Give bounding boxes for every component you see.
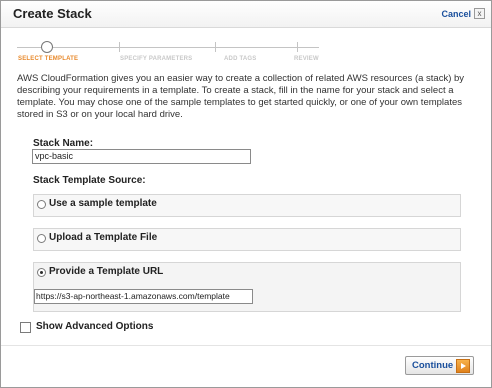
step-add-tags: ADD TAGS xyxy=(224,56,257,62)
step-line xyxy=(53,47,319,48)
template-url-input[interactable]: https://s3-ap-northeast-1.amazonaws.com/… xyxy=(34,289,253,304)
continue-label: Continue xyxy=(412,360,454,371)
template-url-label: Provide a Template URL xyxy=(49,266,164,277)
step-marker xyxy=(119,42,120,52)
step-specify-parameters: SPECIFY PARAMETERS xyxy=(120,56,193,62)
sample-template-radio[interactable] xyxy=(37,200,46,209)
dialog-title: Create Stack xyxy=(13,6,92,21)
continue-button[interactable]: Continue xyxy=(405,356,474,375)
stack-name-label: Stack Name: xyxy=(33,138,94,149)
footer-divider xyxy=(1,345,491,346)
option-template-url[interactable]: Provide a Template URL https://s3-ap-nor… xyxy=(33,262,461,312)
step-marker xyxy=(297,42,298,52)
close-icon[interactable]: x xyxy=(474,8,485,19)
wizard-steps: SELECT TEMPLATE SPECIFY PARAMETERS ADD T… xyxy=(17,39,319,69)
cancel-link[interactable]: Cancel xyxy=(441,9,471,19)
sample-template-label: Use a sample template xyxy=(49,198,157,209)
template-url-radio[interactable] xyxy=(37,268,46,277)
step-select-template: SELECT TEMPLATE xyxy=(18,56,79,62)
step-marker xyxy=(215,42,216,52)
arrow-right-icon xyxy=(456,359,470,373)
template-source-label: Stack Template Source: xyxy=(33,175,146,186)
intro-description: AWS CloudFormation gives you an easier w… xyxy=(17,73,465,120)
create-stack-dialog: Create Stack Cancel x SELECT TEMPLATE SP… xyxy=(0,0,492,388)
advanced-options-checkbox[interactable] xyxy=(20,322,31,333)
upload-template-label: Upload a Template File xyxy=(49,232,158,243)
current-step-indicator xyxy=(41,41,53,53)
option-sample-template[interactable]: Use a sample template xyxy=(33,194,461,217)
option-upload-template[interactable]: Upload a Template File xyxy=(33,228,461,251)
upload-template-radio[interactable] xyxy=(37,234,46,243)
advanced-options-label[interactable]: Show Advanced Options xyxy=(36,321,153,332)
step-review: REVIEW xyxy=(294,56,319,62)
dialog-titlebar: Create Stack Cancel x xyxy=(1,1,491,28)
step-line xyxy=(17,47,41,48)
stack-name-input[interactable]: vpc-basic xyxy=(32,149,251,164)
